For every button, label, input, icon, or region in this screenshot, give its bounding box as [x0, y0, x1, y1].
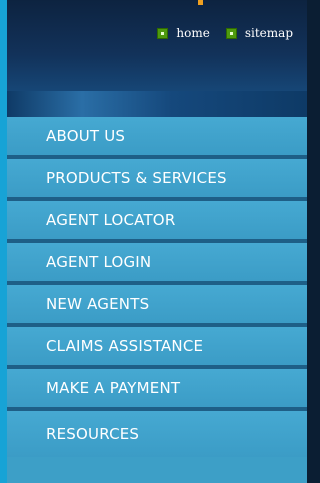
- menu-item-label: CLAIMS ASSISTANCE: [46, 337, 204, 355]
- home-link[interactable]: home: [157, 26, 210, 40]
- left-accent-edge: [0, 0, 7, 483]
- menu-item-about-us[interactable]: ABOUT US: [7, 117, 307, 159]
- menu-item-label: ABOUT US: [46, 127, 126, 145]
- menu-item-label: AGENT LOGIN: [46, 253, 152, 271]
- top-links: home sitemap: [157, 26, 293, 40]
- menu-item-claims-assistance[interactable]: CLAIMS ASSISTANCE: [7, 327, 307, 369]
- menu-item-products-services[interactable]: PRODUCTS & SERVICES: [7, 159, 307, 201]
- menu-item-agent-locator[interactable]: AGENT LOCATOR: [7, 201, 307, 243]
- header: home sitemap: [7, 0, 307, 91]
- menu-item-label: AGENT LOCATOR: [46, 211, 176, 229]
- green-square-bullet-icon: [157, 27, 169, 39]
- menu-item-label: RESOURCES: [46, 425, 140, 443]
- menu-item-label: MAKE A PAYMENT: [46, 379, 181, 397]
- decorative-band: [7, 91, 307, 117]
- sitemap-link-label: sitemap: [244, 26, 293, 40]
- home-link-label: home: [176, 26, 210, 40]
- sitemap-link[interactable]: sitemap: [225, 26, 293, 40]
- menu-item-agent-login[interactable]: AGENT LOGIN: [7, 243, 307, 285]
- menu-item-label: NEW AGENTS: [46, 295, 150, 313]
- menu-item-make-a-payment[interactable]: MAKE A PAYMENT: [7, 369, 307, 411]
- green-square-bullet-icon: [225, 27, 237, 39]
- decorative-marker: [198, 0, 203, 5]
- main-menu: ABOUT US PRODUCTS & SERVICES AGENT LOCAT…: [7, 117, 307, 483]
- menu-item-label: PRODUCTS & SERVICES: [46, 169, 227, 187]
- menu-item-new-agents[interactable]: NEW AGENTS: [7, 285, 307, 327]
- menu-item-resources[interactable]: RESOURCES: [7, 411, 307, 457]
